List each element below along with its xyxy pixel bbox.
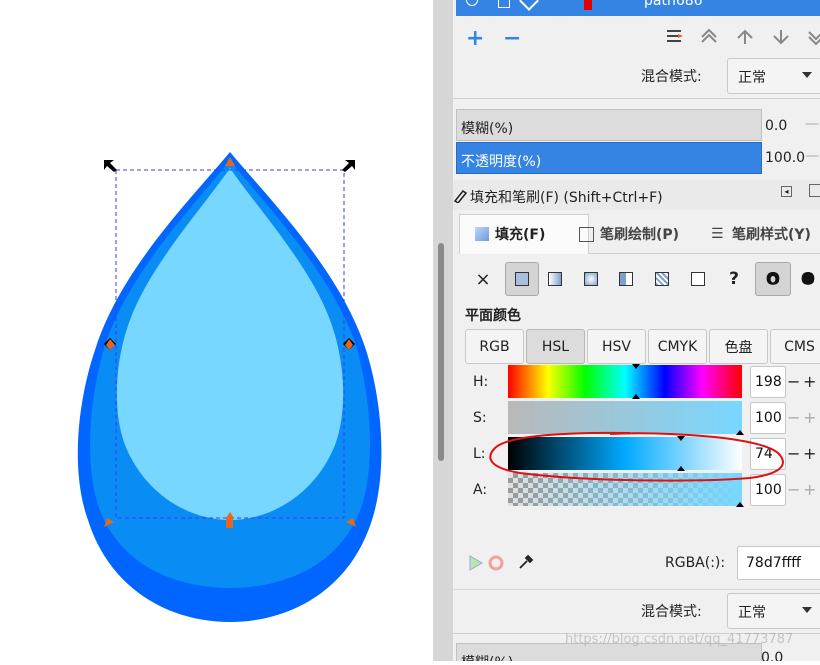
fill-rule-evenodd-button[interactable] — [755, 262, 791, 296]
blur-decrement[interactable]: — — [805, 116, 819, 132]
stroke-style-icon: ☰ — [711, 226, 724, 242]
tab-stroke-style-label: 笔刷样式(Y) — [732, 227, 811, 243]
bottom-icon[interactable] — [807, 28, 820, 46]
paint-brush-icon — [453, 189, 468, 203]
opacity-value[interactable]: 100.0 — [765, 150, 805, 166]
alpha-marker — [736, 502, 744, 507]
rgba-label: RGBA(:): — [665, 555, 726, 571]
swatch-icon — [691, 272, 705, 286]
tab-fill[interactable]: 填充(F) — [475, 216, 545, 252]
color-mode-hsl[interactable]: HSL — [526, 329, 585, 364]
color-mode-wheel[interactable]: 色盘 — [709, 329, 768, 364]
hue-marker-bottom — [632, 394, 640, 399]
eyedropper-icon[interactable] — [516, 553, 534, 571]
blend-mode-value: 正常 — [738, 70, 766, 86]
watermark: https://blog.csdn.net/qq_41773787 — [565, 632, 794, 647]
hue-label: H: — [473, 374, 489, 390]
flat-color-icon — [515, 272, 529, 286]
radial-gradient-icon — [584, 272, 598, 286]
visibility-icon[interactable] — [466, 0, 478, 6]
blend-mode-select-bottom[interactable]: 正常 — [727, 593, 820, 629]
color-mode-rgb[interactable]: RGB — [465, 329, 524, 364]
tab-stroke-paint-label: 笔刷绘制(P) — [600, 227, 680, 243]
raise-to-top-icon[interactable] — [666, 28, 684, 46]
fill-stroke-panel: path686 + − 混合模式: 正常 模糊(%) 0.0 — 不透明度(%)… — [453, 0, 820, 661]
tab-stroke-style[interactable]: ☰ 笔刷样式(Y) — [711, 216, 811, 252]
out-of-gamut-icon — [488, 555, 504, 571]
dock-icon[interactable]: ◂ — [781, 186, 792, 197]
paint-pattern-button[interactable] — [649, 266, 675, 292]
color-mode-hsv[interactable]: HSV — [587, 329, 646, 364]
paint-linear-button[interactable] — [542, 266, 568, 292]
drop-inner-shape — [116, 168, 344, 520]
layer-row-label: path686 — [644, 0, 703, 9]
lower-icon[interactable] — [772, 28, 790, 46]
lightness-increment[interactable]: + — [803, 444, 816, 463]
arrow-icon — [519, 0, 539, 11]
rgba-input[interactable]: 78d7ffff — [737, 546, 820, 580]
color-mode-cmyk[interactable]: CMYK — [648, 329, 707, 364]
hue-marker-top — [632, 364, 640, 369]
top-icon[interactable] — [700, 28, 718, 46]
chevron-down-icon — [802, 72, 812, 78]
none-icon: × — [475, 268, 491, 290]
annotation-ellipse — [489, 431, 784, 482]
evenodd-icon — [766, 272, 780, 285]
nonzero-icon — [801, 272, 815, 285]
hue-increment[interactable]: + — [803, 372, 816, 391]
fill-rule-nonzero-button[interactable] — [795, 266, 820, 292]
opacity-label: 不透明度(%) — [461, 154, 542, 170]
unset-icon: ? — [729, 269, 739, 289]
lock-icon[interactable] — [498, 0, 510, 8]
blend-mode-label: 混合模式: — [641, 69, 702, 85]
canvas-scrollbar-thumb[interactable] — [438, 243, 444, 461]
opacity-decrement[interactable]: — — [805, 148, 819, 164]
blend-mode-select[interactable]: 正常 — [727, 58, 820, 94]
raise-icon[interactable] — [736, 28, 754, 46]
blur-value[interactable]: 0.0 — [765, 118, 787, 134]
blend-mode-label-bottom: 混合模式: — [641, 604, 702, 620]
paint-none-button[interactable]: × — [470, 266, 496, 292]
hue-input[interactable]: 198 — [750, 366, 786, 398]
close-dialog-icon[interactable] — [809, 184, 820, 197]
opacity-slider[interactable]: 不透明度(%) — [456, 142, 762, 174]
resize-handle-top-left — [104, 160, 117, 172]
layer-color-swatch — [584, 0, 592, 10]
tab-stroke-paint[interactable]: 笔刷绘制(P) — [579, 216, 679, 252]
alpha-increment[interactable]: + — [803, 480, 816, 499]
drawing-canvas[interactable] — [0, 0, 433, 661]
tab-fill-label: 填充(F) — [495, 227, 546, 243]
remove-icon[interactable]: − — [503, 26, 521, 51]
saturation-increment[interactable]: + — [803, 408, 816, 427]
add-icon[interactable]: + — [466, 26, 484, 51]
paint-swatch-button[interactable] — [685, 266, 711, 292]
paint-radial-button[interactable] — [578, 266, 604, 292]
paint-flat-button[interactable] — [505, 262, 539, 296]
blur-value-bottom[interactable]: 0.0 — [761, 650, 783, 661]
blur-slider[interactable]: 模糊(%) — [456, 109, 762, 141]
water-drop-drawing[interactable] — [0, 0, 433, 661]
linear-gradient-icon — [548, 272, 562, 286]
hue-slider[interactable] — [508, 364, 742, 399]
blend-mode-value-bottom: 正常 — [738, 605, 766, 621]
stroke-paint-icon — [579, 226, 594, 242]
resize-handle-top-right — [342, 160, 355, 172]
blur-label-bottom: 模糊(%) — [461, 652, 513, 661]
color-managed-icon — [469, 555, 483, 571]
paint-unset-button[interactable]: ? — [721, 266, 747, 292]
chevron-down-icon — [802, 607, 812, 613]
pattern-icon — [655, 272, 669, 286]
dialog-titlebar: 填充和笔刷(F) (Shift+Ctrl+F) ◂ — [453, 180, 820, 210]
layer-row-selected[interactable]: path686 — [456, 0, 820, 16]
fill-icon — [475, 227, 489, 241]
flat-color-label: 平面颜色 — [465, 308, 521, 324]
hue-decrement[interactable]: − — [787, 372, 800, 391]
blur-label: 模糊(%) — [461, 121, 514, 137]
paint-mesh-button[interactable] — [613, 266, 639, 292]
mesh-icon — [619, 272, 633, 286]
dialog-title: 填充和笔刷(F) (Shift+Ctrl+F) — [470, 190, 663, 206]
color-mode-cms[interactable]: CMS — [770, 329, 820, 364]
